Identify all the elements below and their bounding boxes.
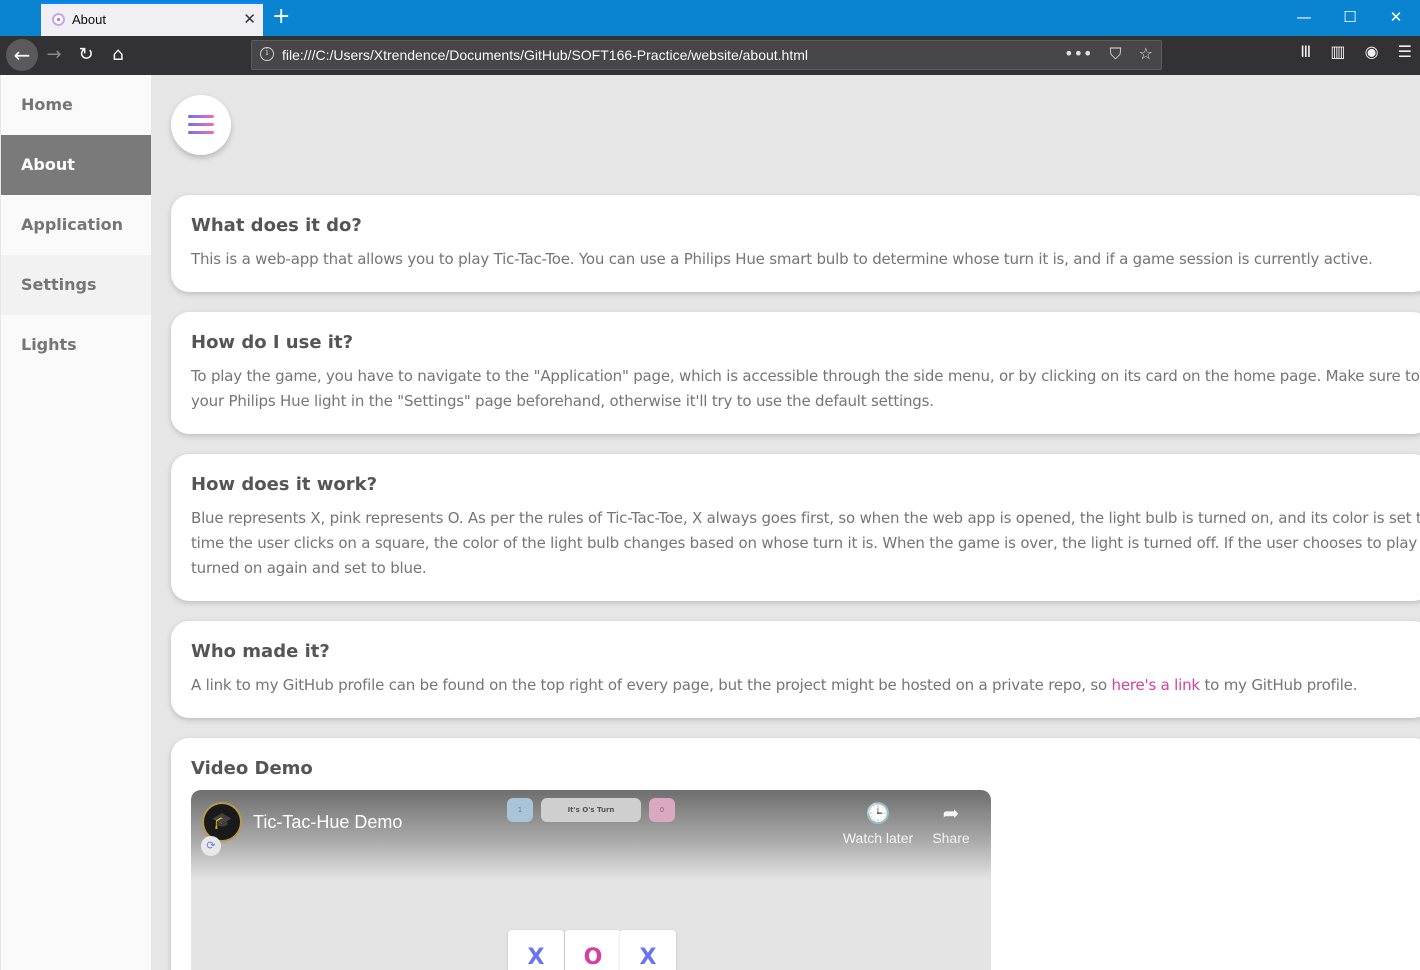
board-cell: X <box>620 930 676 970</box>
board-cell: O <box>565 930 621 970</box>
page-actions-icon[interactable]: ••• <box>1064 44 1092 63</box>
card-who-made-it: Who made it? A link to my GitHub profile… <box>171 621 1420 718</box>
card-title: Video Demo <box>191 758 313 779</box>
menu-line-icon <box>188 123 214 126</box>
turn-indicator: It's O's Turn <box>541 798 641 822</box>
tab-close-icon[interactable]: ✕ <box>243 10 256 28</box>
sidebar-item-lights[interactable]: Lights <box>1 315 151 375</box>
account-icon[interactable]: ◉ <box>1365 42 1379 61</box>
card-how-does-it-work: How does it work? Blue represents X, pin… <box>171 454 1420 601</box>
url-text[interactable]: file:///C:/Users/Xtrendence/Documents/Gi… <box>282 47 808 63</box>
browser-tab-about[interactable]: About ✕ <box>41 2 263 36</box>
board-cell: X <box>508 930 564 970</box>
card-how-do-i-use-it: How do I use it? To play the game, you h… <box>171 312 1420 434</box>
card-title: How does it work? <box>191 474 378 495</box>
github-profile-link[interactable]: here's a link <box>1112 676 1201 694</box>
sidebar-toggle-icon[interactable]: ▥ <box>1330 42 1345 61</box>
card-text: To play the game, you have to navigate t… <box>191 364 1420 414</box>
url-bar[interactable]: i file:///C:/Users/Xtrendence/Documents/… <box>251 40 1162 70</box>
hamburger-menu-icon[interactable]: ☰ <box>1398 42 1412 61</box>
card-text-line: your Philips Hue light in the "Settings"… <box>191 392 934 410</box>
share-label: Share <box>932 830 970 846</box>
tab-title: About <box>72 12 106 27</box>
side-menu: Home About Application Settings Lights <box>1 75 151 970</box>
maximize-button[interactable]: ☐ <box>1340 6 1360 28</box>
pocket-icon[interactable]: ⛉ <box>1110 44 1122 64</box>
clock-icon: 🕒 <box>865 803 891 825</box>
card-what-does-it-do: What does it do? This is a web-app that … <box>171 195 1420 292</box>
forward-button[interactable]: → <box>43 44 65 66</box>
home-button[interactable]: ⌂ <box>107 44 129 66</box>
card-text-after-link: to my GitHub profile. <box>1199 676 1358 694</box>
card-video-demo: Video Demo 1 It's O's Turn 0 🎓 ⟳ Tic-Tac… <box>171 738 1420 970</box>
share-button[interactable]: ➦ Share <box>927 802 975 846</box>
watch-later-label: Watch later <box>842 830 914 846</box>
url-actions: ••• ⛉ ☆ <box>1052 44 1153 64</box>
close-window-button[interactable]: ✕ <box>1386 6 1406 28</box>
site-info-icon[interactable]: i <box>260 47 274 61</box>
card-text-line: Blue represents X, pink represents O. As… <box>191 509 1420 527</box>
library-icon[interactable]: Ⅲ <box>1300 42 1311 61</box>
card-title: How do I use it? <box>191 332 354 353</box>
video-title[interactable]: Tic-Tac-Hue Demo <box>253 812 402 833</box>
back-button[interactable]: ← <box>6 39 38 71</box>
score-x-chip: 1 <box>507 798 533 822</box>
sidebar-item-application[interactable]: Application <box>1 195 151 255</box>
bookmark-star-icon[interactable]: ☆ <box>1139 44 1153 63</box>
toolbar-right: Ⅲ ▥ ◉ ☰ <box>1286 42 1412 61</box>
sidebar-item-home[interactable]: Home <box>1 75 151 135</box>
share-icon: ➦ <box>942 803 960 825</box>
card-text: A link to my GitHub profile can be found… <box>191 673 1411 698</box>
card-text: This is a web-app that allows you to pla… <box>191 250 1373 268</box>
sync-icon: ⟳ <box>201 836 221 856</box>
menu-toggle-button[interactable] <box>171 95 231 155</box>
tab-favicon-icon <box>52 13 65 26</box>
score-o-chip: 0 <box>649 798 675 822</box>
minimize-button[interactable]: — <box>1294 6 1314 28</box>
browser-titlebar: About ✕ + — ☐ ✕ <box>0 0 1420 36</box>
sidebar-item-settings[interactable]: Settings <box>1 255 151 315</box>
card-text: Blue represents X, pink represents O. As… <box>191 506 1420 581</box>
card-text-line: To play the game, you have to navigate t… <box>191 367 1420 385</box>
card-text-line: turned on again and set to blue. <box>191 559 427 577</box>
menu-line-icon <box>188 115 214 118</box>
reload-button[interactable]: ↻ <box>75 44 97 66</box>
sidebar-item-about[interactable]: About <box>1 135 151 195</box>
new-tab-button[interactable]: + <box>272 4 290 30</box>
card-title: Who made it? <box>191 641 330 662</box>
card-title: What does it do? <box>191 215 362 236</box>
watch-later-button[interactable]: 🕒 Watch later <box>841 802 915 846</box>
card-text-before-link: A link to my GitHub profile can be found… <box>191 676 1112 694</box>
video-player[interactable]: 1 It's O's Turn 0 🎓 ⟳ Tic-Tac-Hue Demo 🕒… <box>191 790 991 970</box>
browser-toolbar: ← → ↻ ⌂ i file:///C:/Users/Xtrendence/Do… <box>0 36 1420 75</box>
menu-line-icon <box>188 131 214 134</box>
card-text-line: time the user clicks on a square, the co… <box>191 534 1420 552</box>
